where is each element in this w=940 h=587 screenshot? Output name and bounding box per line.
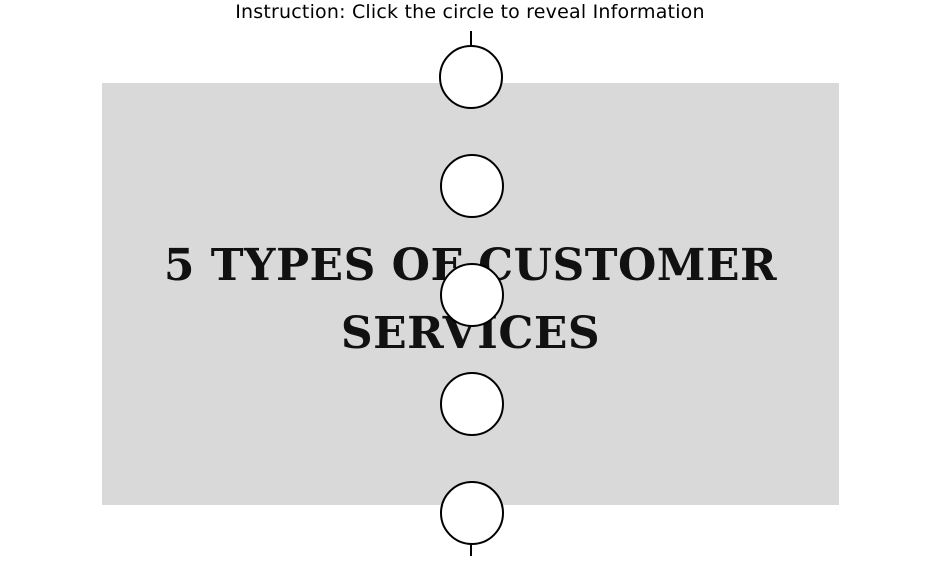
reveal-circle-1[interactable] <box>439 45 503 109</box>
reveal-circle-3[interactable] <box>440 263 504 327</box>
instruction-text: Instruction: Click the circle to reveal … <box>235 1 705 23</box>
reveal-circle-5[interactable] <box>440 481 504 545</box>
reveal-circle-4[interactable] <box>440 372 504 436</box>
reveal-circle-2[interactable] <box>440 154 504 218</box>
connector-line-bottom <box>470 544 472 556</box>
